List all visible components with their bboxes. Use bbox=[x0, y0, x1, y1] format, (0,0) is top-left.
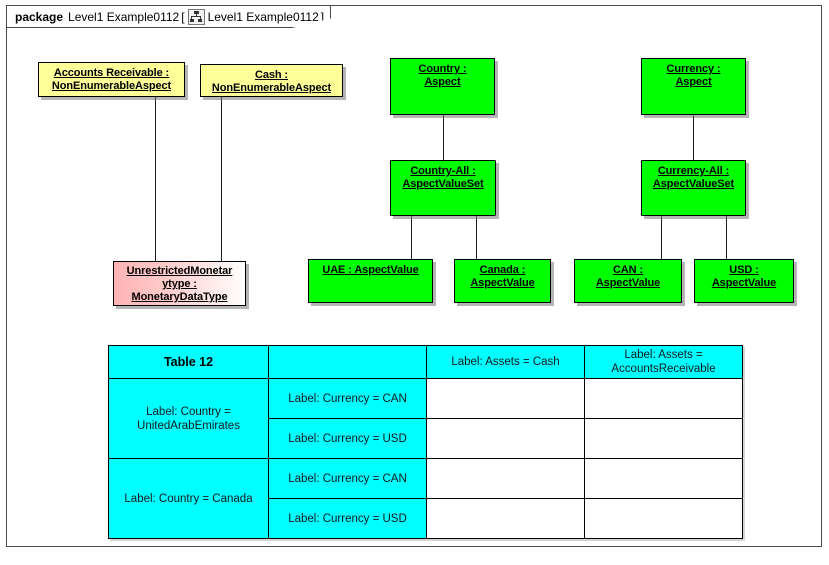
table-row: Label: Country = Canada Label: Currency … bbox=[108, 458, 743, 539]
table-cell-value-accountsreceivable[interactable] bbox=[584, 378, 743, 419]
connector-accountsreceivable-to-monetary bbox=[155, 97, 156, 261]
table-cell-value-cash[interactable] bbox=[426, 458, 585, 499]
node-label: Currency-All : AspectValueSet bbox=[652, 165, 735, 190]
table-cell-currency-usd: Label: Currency = USD bbox=[268, 418, 427, 459]
table-header-assets-accountsreceivable: Label: Assets = AccountsReceivable bbox=[584, 345, 743, 379]
node-label: CAN : AspectValue bbox=[595, 264, 661, 289]
connector-country-to-countryall bbox=[443, 115, 444, 160]
table-cell-value-cash[interactable] bbox=[426, 418, 585, 459]
bracket-open: [ bbox=[181, 9, 185, 24]
connector-currency-to-currencyall bbox=[693, 115, 694, 160]
node-label: Cash : NonEnumerableAspect bbox=[211, 69, 332, 94]
node-label: Currency : Aspect bbox=[666, 63, 721, 88]
table-cell-value-accountsreceivable[interactable] bbox=[584, 418, 743, 459]
table-cell-currency-can: Label: Currency = CAN bbox=[268, 458, 427, 499]
connector-currencyall-to-can bbox=[661, 216, 662, 259]
node-country-aspect[interactable]: Country : Aspect bbox=[390, 58, 495, 115]
table-header-blank bbox=[268, 345, 427, 379]
node-accounts-receivable[interactable]: Accounts Receivable : NonEnumerableAspec… bbox=[38, 62, 185, 97]
node-label: UAE : AspectValue bbox=[322, 264, 419, 276]
node-label: Country-All : AspectValueSet bbox=[402, 165, 484, 190]
table-title-cell: Table 12 bbox=[108, 345, 269, 379]
node-usd-aspectvalue[interactable]: USD : AspectValue bbox=[694, 259, 794, 303]
node-currency-all[interactable]: Currency-All : AspectValueSet bbox=[641, 160, 746, 216]
connector-cash-to-monetary bbox=[221, 97, 222, 261]
package-keyword: package bbox=[15, 9, 64, 24]
table-cell-value-cash[interactable] bbox=[426, 498, 585, 539]
node-currency-aspect[interactable]: Currency : Aspect bbox=[641, 58, 746, 115]
node-label: Accounts Receivable : NonEnumerableAspec… bbox=[51, 67, 172, 92]
connector-countryall-to-canada bbox=[476, 216, 477, 259]
table-row: Label: Country = UnitedArabEmirates Labe… bbox=[108, 378, 743, 459]
node-label: Canada : AspectValue bbox=[470, 264, 535, 289]
table-cell-currency-usd: Label: Currency = USD bbox=[268, 498, 427, 539]
table-cell-value-accountsreceivable[interactable] bbox=[584, 458, 743, 499]
package-diagram-icon bbox=[187, 8, 205, 25]
table-cell-country-canada: Label: Country = Canada bbox=[108, 458, 269, 539]
package-tab-name: Level1 Example0112 bbox=[207, 9, 319, 24]
node-country-all[interactable]: Country-All : AspectValueSet bbox=[390, 160, 496, 216]
node-label: USD : AspectValue bbox=[711, 264, 777, 289]
connector-currencyall-to-usd bbox=[726, 216, 727, 259]
table-cell-currency-can: Label: Currency = CAN bbox=[268, 378, 427, 419]
node-unrestricted-monetarytype[interactable]: UnrestrictedMonetar ytype : MonetaryData… bbox=[113, 261, 246, 306]
node-cash[interactable]: Cash : NonEnumerableAspect bbox=[200, 64, 343, 97]
table-cell-country-uae: Label: Country = UnitedArabEmirates bbox=[108, 378, 269, 459]
node-can-aspectvalue[interactable]: CAN : AspectValue bbox=[574, 259, 682, 303]
node-uae-aspectvalue[interactable]: UAE : AspectValue bbox=[308, 259, 433, 303]
table-header-assets-cash: Label: Assets = Cash bbox=[426, 345, 585, 379]
connector-countryall-to-uae bbox=[411, 216, 412, 259]
node-label: UnrestrictedMonetar ytype : MonetaryData… bbox=[126, 265, 233, 303]
node-canada-aspectvalue[interactable]: Canada : AspectValue bbox=[454, 259, 551, 303]
table-cell-value-accountsreceivable[interactable] bbox=[584, 498, 743, 539]
package-name: Level1 Example0112 bbox=[68, 9, 180, 24]
labels-table: Table 12 Label: Assets = Cash Label: Ass… bbox=[108, 345, 743, 539]
table-cell-value-cash[interactable] bbox=[426, 378, 585, 419]
package-header-tab[interactable]: package Level1 Example0112 [ Level1 Exam… bbox=[6, 5, 332, 28]
table-header-row: Table 12 Label: Assets = Cash Label: Ass… bbox=[108, 345, 743, 379]
node-label: Country : Aspect bbox=[418, 63, 467, 88]
